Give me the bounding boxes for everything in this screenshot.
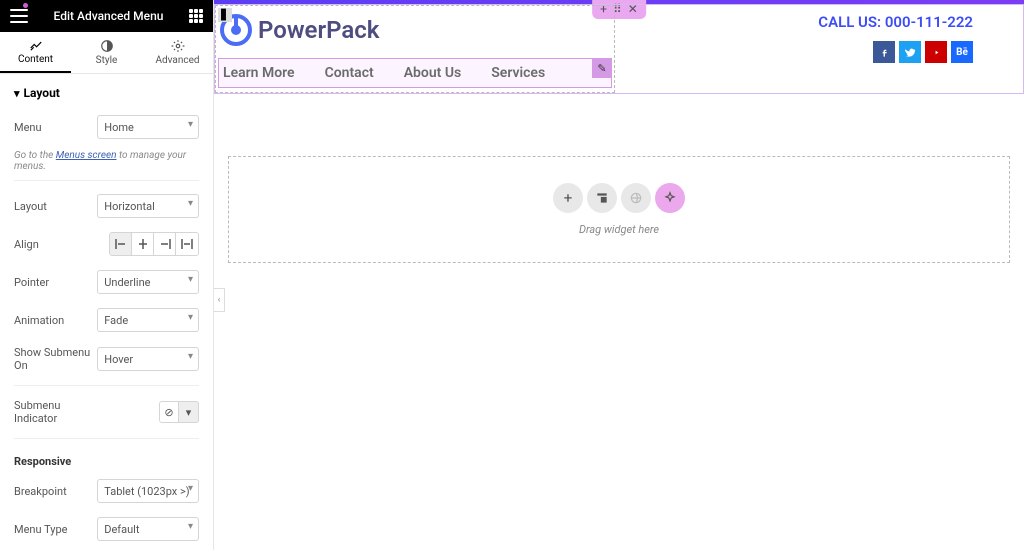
sidebar-header: Edit Advanced Menu [0,0,213,32]
controls-panel: Layout Menu Home Go to the Menus screen … [0,74,213,550]
tab-advanced[interactable]: Advanced [142,32,213,73]
control-menu: Menu Home [14,108,199,146]
menu-type-select[interactable]: Default [97,517,199,541]
control-align: Align [14,225,199,263]
nav-contact[interactable]: Contact [325,65,374,81]
pointer-select[interactable]: Underline [97,270,199,294]
nav-about[interactable]: About Us [404,65,462,81]
align-right-icon[interactable] [154,233,176,255]
align-stretch-icon[interactable] [176,233,198,255]
header-row: ▋ PowerPack Learn More Contact About Us … [215,5,1023,93]
stage: ‹ ▋ PowerPack Learn More Contact About U… [214,4,1024,550]
add-widget-buttons: + [553,183,685,213]
control-breakpoint: Breakpoint Tablet (1023px >) [14,472,199,510]
social-icons: Bē [873,41,973,63]
layout-select[interactable]: Horizontal [97,194,199,218]
add-widget-plus-icon[interactable]: + [553,183,583,213]
editor-sidebar: Edit Advanced Menu Content Style Advance… [0,0,214,550]
facebook-icon[interactable] [873,41,895,63]
nav-learn-more[interactable]: Learn More [223,65,295,81]
nav-services[interactable]: Services [491,65,545,81]
twitter-icon[interactable] [899,41,921,63]
drop-hint: Drag widget here [579,223,659,236]
align-center-icon[interactable] [132,233,154,255]
sidebar-title: Edit Advanced Menu [54,9,164,23]
indicator-caret-icon[interactable]: ▾ [179,401,199,423]
header-left-column[interactable]: ▋ PowerPack Learn More Contact About Us … [215,5,615,93]
preview-canvas: + ⠿ ✕ ‹ ▋ PowerPack Learn More Contact A… [214,0,1024,550]
call-us-text: CALL US: 000-111-222 [818,13,973,31]
add-template-icon[interactable] [587,183,617,213]
menu-icon[interactable] [10,9,28,23]
control-pointer: Pointer Underline [14,263,199,301]
panel-collapse-icon[interactable]: ‹ [214,288,225,312]
editor-tabs: Content Style Advanced [0,32,213,74]
menu-hint: Go to the Menus screen to manage your me… [14,150,199,172]
control-submenu-indicator: Submenu Indicator ⊘ ▾ [14,392,199,432]
responsive-subhead: Responsive [14,445,199,472]
inner-section[interactable]: ▋ PowerPack Learn More Contact About Us … [214,4,1024,94]
site-logo: PowerPack [216,6,614,56]
align-left-icon[interactable] [110,233,132,255]
notification-dot [23,3,28,8]
menus-screen-link[interactable]: Menus screen [56,150,117,161]
control-menu-type: Menu Type Default [14,510,199,548]
section-layout-head[interactable]: Layout [14,74,199,108]
tab-style[interactable]: Style [71,32,142,73]
animation-select[interactable]: Fade [97,308,199,332]
behance-icon[interactable]: Bē [951,41,973,63]
advanced-menu-widget[interactable]: Learn More Contact About Us Services ✎ [218,58,612,88]
control-show-submenu: Show Submenu On Hover [14,339,199,379]
indicator-none-icon[interactable]: ⊘ [159,401,179,423]
add-ai-icon[interactable] [655,183,685,213]
edit-widget-icon[interactable]: ✎ [592,58,612,78]
add-global-icon[interactable] [621,183,651,213]
brand-text: PowerPack [258,16,379,44]
drop-section[interactable]: + Drag widget here [228,156,1010,263]
show-submenu-select[interactable]: Hover [97,347,199,371]
control-animation: Animation Fade [14,301,199,339]
control-layout: Layout Horizontal [14,187,199,225]
menu-select[interactable]: Home [97,115,199,139]
tab-content[interactable]: Content [0,32,71,73]
apps-icon[interactable] [189,9,203,23]
breakpoint-select[interactable]: Tablet (1023px >) [97,479,199,503]
header-right-column[interactable]: CALL US: 000-111-222 Bē [615,5,1023,93]
youtube-icon[interactable] [925,41,947,63]
column-handle-icon[interactable]: ▋ [218,8,232,22]
align-group [109,232,199,256]
